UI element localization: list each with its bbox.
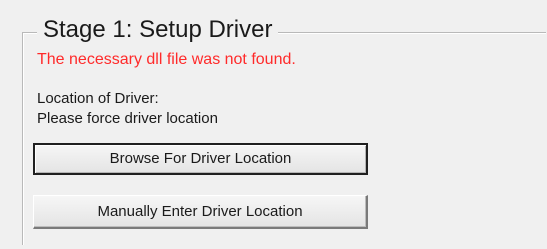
driver-location-value: Please force driver location	[37, 110, 218, 127]
browse-driver-location-button[interactable]: Browse For Driver Location	[33, 143, 368, 175]
error-message: The necessary dll file was not found.	[37, 51, 296, 68]
setup-driver-panel: Stage 1: Setup Driver The necessary dll …	[0, 0, 547, 249]
driver-location-label: Location of Driver:	[37, 90, 159, 107]
stage-title: Stage 1: Setup Driver	[37, 14, 279, 46]
manual-driver-location-button[interactable]: Manually Enter Driver Location	[33, 195, 368, 229]
